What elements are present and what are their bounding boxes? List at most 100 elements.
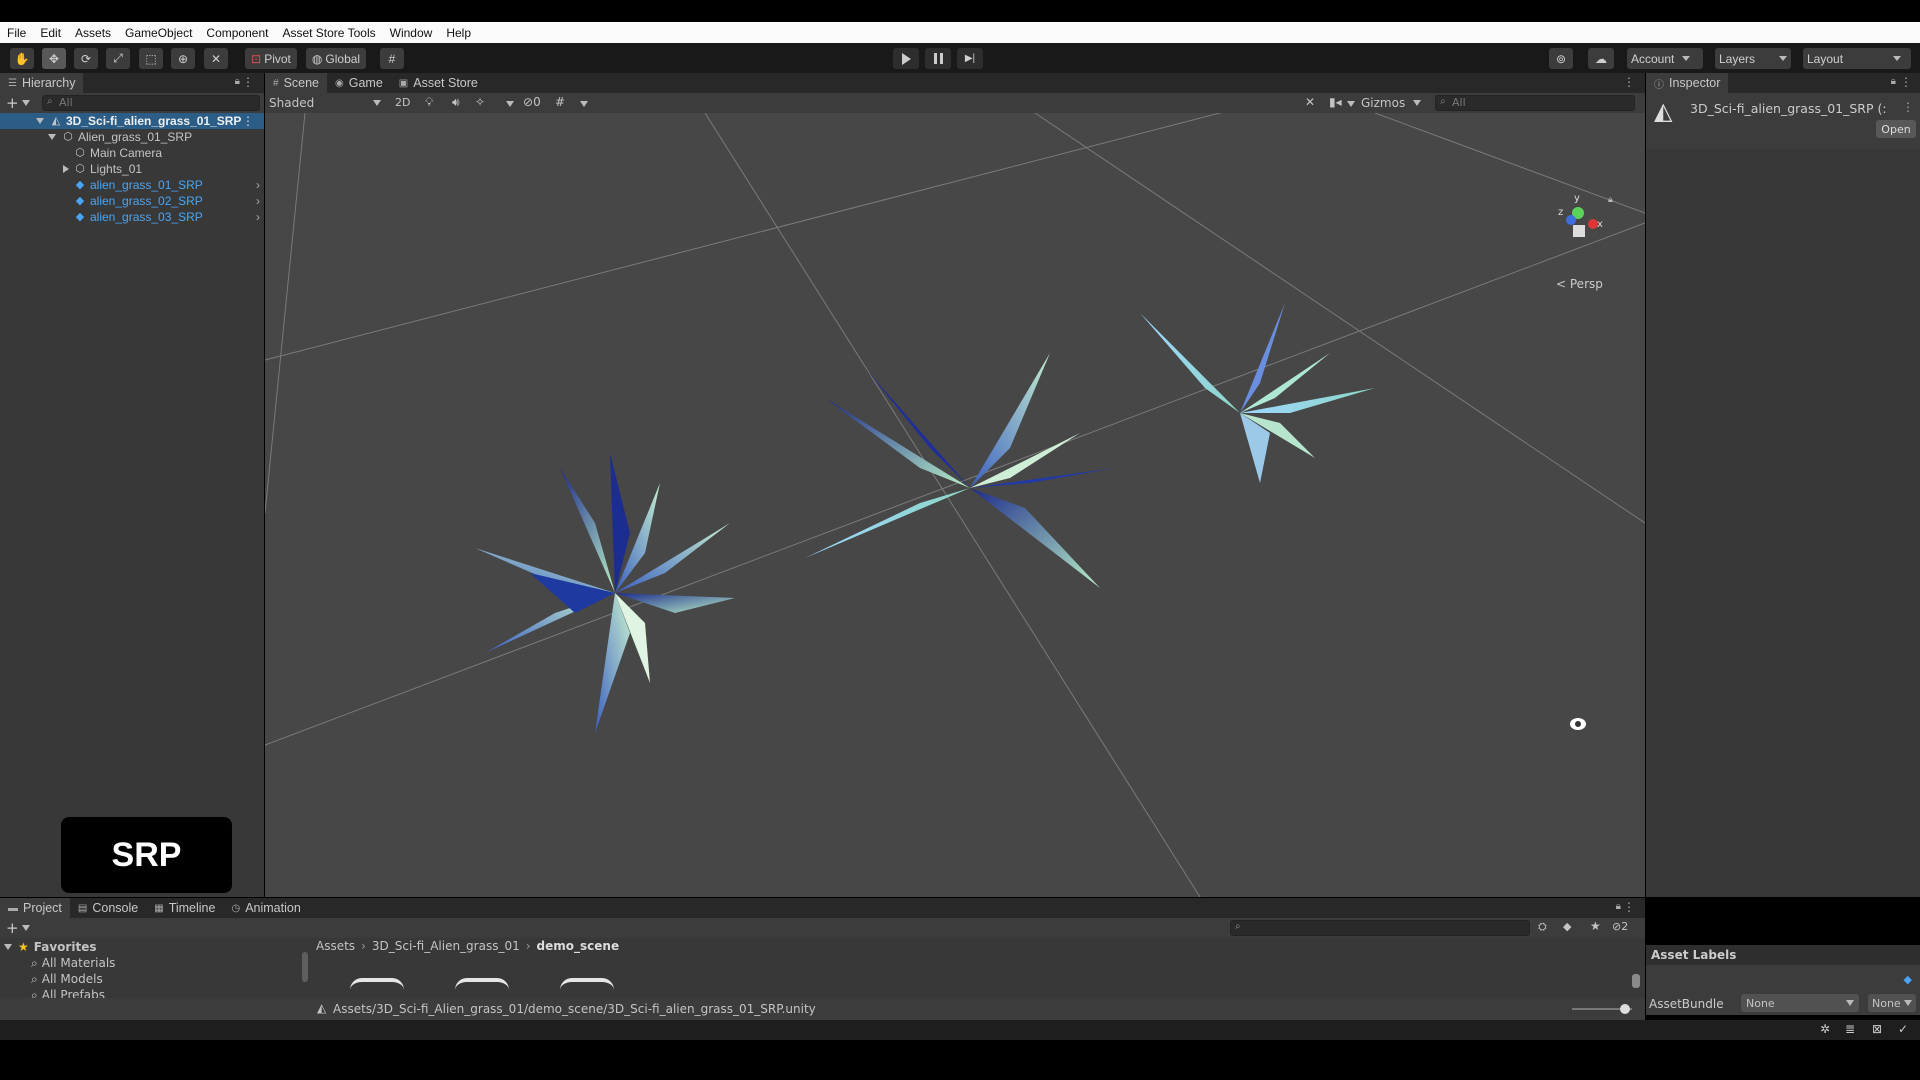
layout-dropdown[interactable]: Layout (1803, 48, 1911, 69)
services-button[interactable]: ⊚ (1549, 48, 1573, 69)
lock-icon[interactable]: 🔒︎ (235, 76, 240, 87)
chevron-right-icon[interactable]: › (256, 194, 260, 208)
hierarchy-item-alien-grass-03[interactable]: ◆ alien_grass_03_SRP › (0, 209, 264, 225)
scene-menu-icon[interactable]: ⋮ (242, 114, 254, 128)
kebab-menu-icon[interactable]: ⋮ (1900, 75, 1912, 89)
filter-type-icon[interactable]: ⛭ (1538, 920, 1547, 934)
favorite-star-icon[interactable]: ★ (1590, 919, 1601, 933)
project-search-input[interactable] (1230, 920, 1530, 936)
hierarchy-scene-row[interactable]: ◭ 3D_Sci-fi_alien_grass_01_SRP ⋮ (0, 113, 264, 129)
scale-tool-button[interactable]: ⤢ (106, 48, 130, 69)
chevron-down-icon[interactable] (22, 100, 30, 106)
custom-tool-button[interactable]: ✕ (204, 48, 228, 69)
hierarchy-item-lights[interactable]: ⬡ Lights_01 (0, 161, 264, 177)
hidden-objects-icon[interactable]: ⊘0 (523, 95, 541, 109)
gizmo-lock-icon[interactable]: 🔒︎ (1608, 195, 1613, 205)
visibility-eye-icon[interactable] (1570, 718, 1586, 730)
tab-timeline[interactable]: ▦ Timeline (146, 898, 223, 918)
breadcrumb-assets[interactable]: Assets (316, 939, 355, 953)
transform-tool-button[interactable]: ⊕ (171, 48, 195, 69)
scene-search-input[interactable]: All (1435, 95, 1635, 111)
gizmo-center[interactable] (1573, 225, 1585, 237)
add-icon[interactable]: + (6, 919, 19, 937)
filter-label-icon[interactable]: ◆ (1563, 920, 1571, 933)
thumbnail-size-slider[interactable] (1572, 1004, 1632, 1014)
chevron-down-icon[interactable] (1347, 101, 1355, 107)
expand-arrow-icon[interactable] (4, 944, 12, 950)
tab-asset-store[interactable]: ▣ Asset Store (391, 73, 486, 93)
hierarchy-item-alien-grass-02[interactable]: ◆ alien_grass_02_SRP › (0, 193, 264, 209)
rotate-tool-button[interactable]: ⟳ (74, 48, 98, 69)
asset-thumbnail[interactable] (350, 978, 404, 990)
grid-toggle-icon[interactable]: # (555, 95, 565, 109)
tab-console[interactable]: ▤ Console (70, 898, 146, 918)
hierarchy-search-input[interactable]: All (42, 95, 260, 111)
effects-toggle-icon[interactable]: ✧ (475, 95, 485, 109)
cloud-button[interactable]: ☁ (1588, 48, 1614, 69)
chevron-right-icon[interactable]: › (256, 210, 260, 224)
menu-assets[interactable]: Assets (68, 26, 118, 40)
move-tool-button[interactable]: ✥ (42, 48, 66, 69)
tab-hierarchy[interactable]: ☰ Hierarchy (0, 73, 84, 93)
check-icon[interactable]: ✓ (1898, 1022, 1908, 1036)
hierarchy-item-alien-grass-root[interactable]: ⬡ Alien_grass_01_SRP (0, 129, 264, 145)
pause-button[interactable] (925, 48, 951, 69)
global-toggle[interactable]: ◍ Global (306, 48, 366, 69)
camera-icon[interactable]: ▮◂ (1329, 95, 1342, 109)
alien-grass-plant-02[interactable] (805, 353, 1115, 588)
breadcrumb-folder[interactable]: 3D_Sci-fi_Alien_grass_01 (372, 939, 520, 953)
kebab-menu-icon[interactable]: ⋮ (242, 75, 254, 89)
layers-dropdown[interactable]: Layers (1715, 48, 1791, 69)
bug-icon[interactable]: ✲ (1820, 1022, 1830, 1036)
slider-handle[interactable] (1620, 1004, 1630, 1014)
favorite-all-models[interactable]: ⌕ All Models (31, 972, 103, 987)
expand-arrow-icon[interactable] (36, 118, 44, 124)
project-scrollbar[interactable] (1632, 974, 1640, 988)
menu-help[interactable]: Help (439, 26, 478, 40)
play-button[interactable] (893, 48, 919, 69)
chevron-down-icon[interactable] (580, 101, 588, 107)
lock-icon[interactable]: 🔒︎ (1616, 901, 1621, 912)
menu-asset-store-tools[interactable]: Asset Store Tools (275, 26, 382, 40)
tab-scene[interactable]: # Scene (265, 73, 328, 93)
kebab-menu-icon[interactable]: ⋮ (1902, 100, 1914, 114)
tab-game[interactable]: ◉ Game (327, 73, 391, 93)
gizmo-x-cone[interactable] (1588, 219, 1598, 229)
database-icon[interactable]: ≣ (1845, 1022, 1855, 1036)
open-button[interactable]: Open (1876, 120, 1916, 138)
gizmos-dropdown[interactable]: Gizmos (1361, 96, 1422, 110)
hierarchy-item-alien-grass-01[interactable]: ◆ alien_grass_01_SRP › (0, 177, 264, 193)
hand-tool-button[interactable]: ✋ (10, 48, 34, 69)
menu-gameobject[interactable]: GameObject (118, 26, 199, 40)
kebab-menu-icon[interactable]: ⋮ (1623, 900, 1635, 914)
assetbundle-variant-dropdown[interactable]: None (1868, 994, 1916, 1012)
collapse-arrow-icon[interactable] (63, 165, 69, 173)
breadcrumb-current[interactable]: demo_scene (537, 939, 620, 953)
tab-project[interactable]: ▬ Project (0, 898, 70, 918)
favorites-header[interactable]: ★ Favorites (4, 940, 96, 954)
lighting-toggle-icon[interactable]: 💡︎ (425, 95, 433, 110)
add-icon[interactable]: + (6, 94, 19, 112)
lock-icon[interactable]: 🔒︎ (1891, 76, 1896, 87)
grid-snap-button[interactable]: # (380, 48, 404, 69)
menu-file[interactable]: File (0, 26, 33, 40)
tools-icon[interactable]: ✕ (1305, 95, 1315, 109)
projection-label[interactable]: < Persp (1556, 277, 1603, 291)
kebab-menu-icon[interactable]: ⋮ (1623, 75, 1635, 89)
step-button[interactable]: ▶| (957, 48, 983, 69)
network-icon[interactable]: ⊠ (1872, 1022, 1882, 1036)
assetbundle-dropdown[interactable]: None (1741, 994, 1859, 1012)
chevron-down-icon[interactable] (22, 925, 30, 931)
orientation-gizmo[interactable]: y z x 🔒︎ < Persp (1550, 193, 1630, 291)
asset-thumbnail[interactable] (560, 978, 614, 990)
2d-toggle[interactable]: 2D (395, 96, 410, 109)
asset-thumbnail[interactable] (455, 978, 509, 990)
menu-window[interactable]: Window (383, 26, 440, 40)
scene-viewport[interactable] (265, 113, 1645, 897)
audio-toggle-icon[interactable]: 🔊︎ (452, 95, 460, 110)
hidden-packages-icon[interactable]: ⊘2 (1612, 920, 1628, 933)
shading-mode-dropdown[interactable]: Shaded (269, 94, 385, 112)
alien-grass-plant-03[interactable] (1140, 303, 1375, 483)
rect-tool-button[interactable]: ⬚ (139, 48, 163, 69)
expand-arrow-icon[interactable] (48, 134, 56, 140)
